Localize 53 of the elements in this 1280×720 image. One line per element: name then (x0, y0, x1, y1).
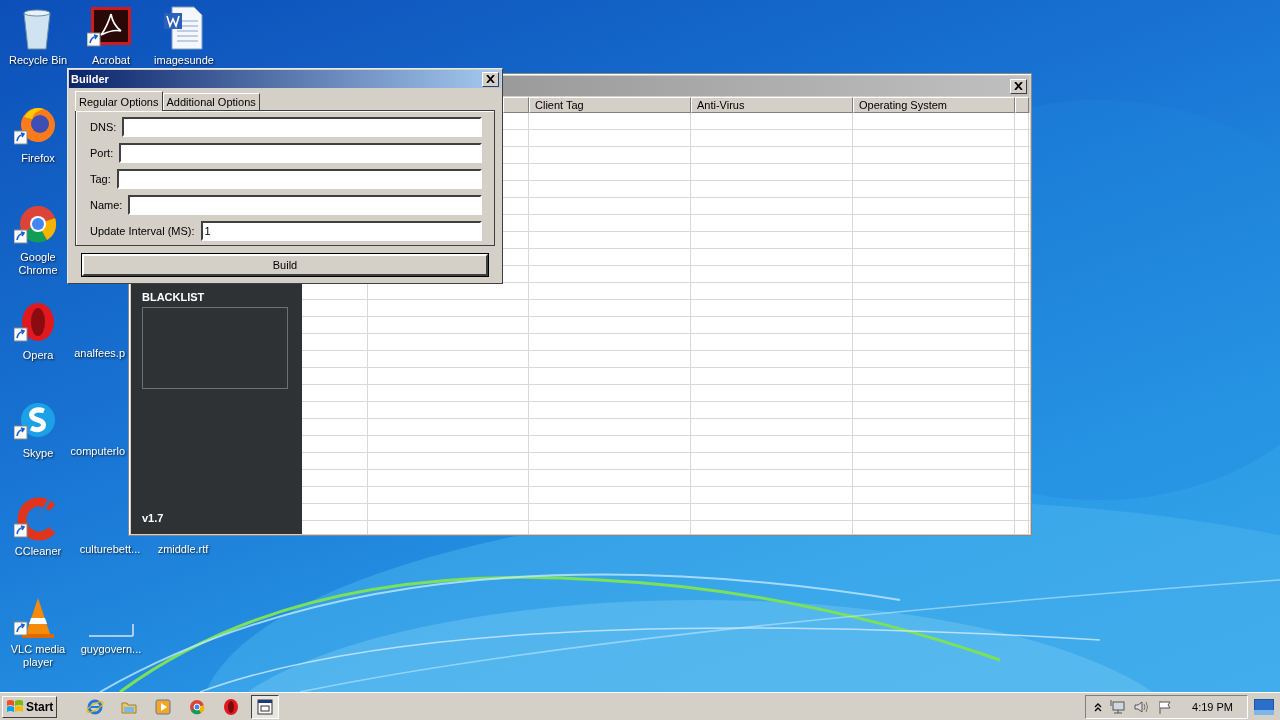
play-icon (154, 697, 173, 716)
tab[interactable]: Regular Options (75, 91, 163, 111)
start-button[interactable]: Start (2, 695, 58, 718)
column-header[interactable]: Client Tag (529, 97, 691, 113)
field-label: Port: (90, 147, 114, 159)
close-button[interactable] (1010, 78, 1027, 94)
desktop-icon-label[interactable]: computerlo (53, 445, 125, 458)
desktop-icon-label[interactable]: zmiddle.rtf (146, 543, 220, 556)
show-desktop-icon[interactable] (1254, 698, 1274, 715)
desktop-icon-label[interactable]: Opera (22, 349, 54, 362)
taskbar-button[interactable] (251, 694, 280, 719)
blacklist-heading: BLACKLIST (142, 291, 206, 303)
clock[interactable]: 4:19 PM (1192, 700, 1233, 713)
window-icon (256, 697, 275, 716)
build-button[interactable]: Build (82, 254, 488, 276)
blacklist-box[interactable] (142, 307, 288, 389)
input-field[interactable] (122, 117, 482, 137)
input-field[interactable] (116, 169, 482, 189)
desktop-icon-label[interactable]: Recycle Bin (8, 54, 68, 67)
desktop-icon-label[interactable]: Firefox (21, 152, 55, 165)
version-label: v1.7 (142, 512, 165, 524)
desktop-icon-label[interactable]: VLC media player (1, 643, 75, 669)
chevron-up-icon[interactable] (1094, 701, 1103, 712)
field-label: Update Interval (MS): (90, 225, 195, 237)
chrome-icon (188, 697, 207, 716)
desktop-icon-label[interactable]: Skype (22, 447, 54, 460)
close-icon (486, 75, 495, 83)
column-header[interactable] (503, 97, 529, 113)
input-field[interactable]: 1 (200, 221, 482, 241)
desktop-icon-label[interactable]: analfees.p (53, 347, 125, 360)
desktop-icon-label[interactable]: culturebett... (73, 543, 147, 556)
desktop-icon-label[interactable]: Acrobat (92, 54, 130, 67)
flag-icon[interactable] (1158, 699, 1173, 714)
windows-logo-icon (6, 698, 24, 715)
field-label: Name: (90, 199, 123, 211)
close-icon (1014, 82, 1023, 90)
desktop-icon-label[interactable]: CCleaner (14, 545, 62, 558)
desktop-icon-label[interactable]: imagesunde (154, 54, 214, 67)
browser-icon (86, 697, 105, 716)
speaker-icon[interactable] (1134, 699, 1151, 714)
network-icon[interactable] (1110, 699, 1127, 714)
column-header[interactable]: Operating System (853, 97, 1015, 113)
close-button[interactable] (482, 71, 499, 87)
field-label: DNS: (90, 121, 117, 133)
column-header[interactable]: Anti-Virus (691, 97, 853, 113)
input-field[interactable] (119, 143, 482, 163)
desktop-icon-label[interactable]: guygovern... (80, 643, 142, 656)
tab[interactable]: Additional Options (162, 93, 260, 110)
opera-icon (222, 697, 241, 716)
field-label: Tag: (90, 173, 111, 185)
input-field[interactable] (128, 195, 482, 215)
window-title: Builder (71, 73, 109, 85)
column-header[interactable] (1015, 97, 1029, 113)
